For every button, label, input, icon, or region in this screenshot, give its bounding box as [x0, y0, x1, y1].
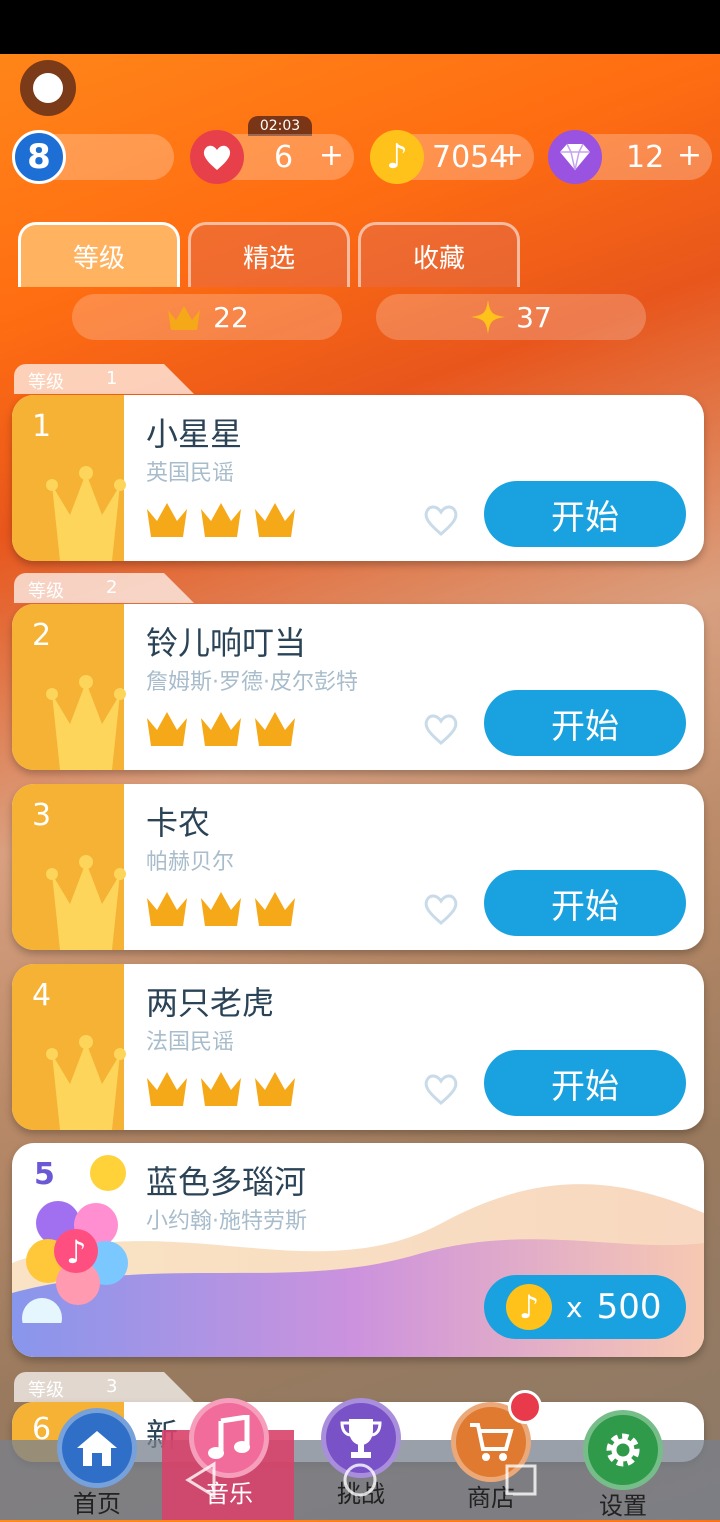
crown-rating — [144, 888, 298, 928]
unlock-cost-button[interactable]: ♪ x 500 — [484, 1275, 686, 1339]
crown-icon — [255, 892, 295, 926]
tab-level[interactable]: 等级 — [18, 222, 180, 287]
diamond-icon — [548, 130, 602, 184]
crown-icon — [255, 1072, 295, 1106]
start-button[interactable]: 开始 — [484, 870, 686, 936]
crown-icon — [147, 1072, 187, 1106]
level-header-label: 等级 — [28, 1380, 64, 1401]
svg-text:♪: ♪ — [66, 1233, 86, 1271]
crown-watermark-icon — [46, 855, 126, 950]
start-button[interactable]: 开始 — [484, 481, 686, 547]
start-button[interactable]: 开始 — [484, 1050, 686, 1116]
crown-icon — [147, 892, 187, 926]
add-lives-button[interactable]: + — [319, 138, 344, 173]
home-icon — [57, 1408, 137, 1488]
crown-icon — [147, 712, 187, 746]
song-artist: 詹姆斯·罗德·皮尔彭特 — [146, 670, 358, 695]
tab-featured[interactable]: 精选 — [188, 222, 350, 287]
crowns-stat: 22 — [72, 294, 342, 340]
nav-label: 首页 — [73, 1490, 121, 1518]
start-button[interactable]: 开始 — [484, 690, 686, 756]
crown-watermark-icon — [46, 675, 126, 770]
level-header-2: 等级 2 — [14, 573, 194, 603]
nav-label: 设置 — [599, 1492, 647, 1520]
music-note-icon: ♪ — [370, 130, 424, 184]
song-artist: 英国民谣 — [146, 461, 235, 486]
song-card[interactable]: 4 两只老虎 法国民谣 开始 — [12, 964, 704, 1130]
system-home-icon[interactable] — [342, 1460, 378, 1500]
system-back-icon[interactable] — [184, 1460, 218, 1500]
level-header-label: 等级 — [28, 581, 64, 602]
level-header-3: 等级 3 — [14, 1372, 194, 1402]
crown-watermark-icon — [46, 466, 126, 561]
song-title: 卡农 — [146, 804, 211, 842]
crown-icon — [201, 1072, 241, 1106]
level-header-number: 3 — [106, 1376, 118, 1397]
favorite-heart-icon[interactable] — [422, 503, 460, 537]
crowns-count: 22 — [213, 300, 249, 334]
lives-pill[interactable]: 6 + — [190, 130, 354, 184]
gems-pill[interactable]: 12 + — [548, 130, 712, 184]
crown-watermark-icon — [46, 1035, 126, 1130]
nav-home[interactable]: 首页 — [42, 1402, 152, 1520]
song-artist: 法国民谣 — [146, 1030, 235, 1055]
special-song-card[interactable]: ♪ 5 蓝色多瑙河 小约翰·施特劳斯 ♪ x 500 — [12, 1143, 704, 1357]
status-bar — [0, 0, 720, 54]
crown-icon — [201, 892, 241, 926]
song-number: 1 — [32, 409, 52, 444]
profile-button[interactable] — [20, 60, 76, 116]
notes-pill[interactable]: ♪ 7054 + — [370, 130, 534, 184]
nav-settings[interactable]: 设置 — [568, 1404, 678, 1522]
stars-stat: 37 — [376, 294, 646, 340]
cost-multiplier: x — [566, 1290, 583, 1324]
favorite-heart-icon[interactable] — [422, 712, 460, 746]
profile-icon — [33, 73, 63, 103]
system-recents-icon[interactable] — [504, 1460, 538, 1500]
song-number: 4 — [32, 978, 52, 1013]
song-artist: 帕赫贝尔 — [146, 850, 235, 875]
level-header-1: 等级 1 — [14, 364, 194, 394]
gems-value: 12 — [626, 140, 665, 175]
crown-rating — [144, 499, 298, 539]
favorite-heart-icon[interactable] — [422, 892, 460, 926]
crown-rating — [144, 708, 298, 748]
level-header-number: 2 — [106, 577, 118, 598]
crown-icon — [168, 306, 201, 330]
star-icon — [471, 300, 506, 334]
song-number: 5 — [34, 1157, 55, 1192]
song-card[interactable]: 3 卡农 帕赫贝尔 开始 — [12, 784, 704, 950]
add-gems-button[interactable]: + — [677, 138, 702, 173]
crown-rating — [144, 1068, 298, 1108]
crown-icon — [201, 712, 241, 746]
song-artist: 小约翰·施特劳斯 — [146, 1209, 307, 1234]
song-card[interactable]: 1 小星星 英国民谣 开始 — [12, 395, 704, 561]
song-card[interactable]: 2 铃儿响叮当 詹姆斯·罗德·皮尔彭特 开始 — [12, 604, 704, 770]
crown-icon — [147, 503, 187, 537]
cost-value: 500 — [596, 1287, 662, 1327]
song-number: 2 — [32, 618, 52, 653]
notes-value: 7054 — [432, 140, 509, 175]
player-level-pill: 8 — [12, 130, 174, 184]
heart-icon — [190, 130, 244, 184]
song-title: 蓝色多瑙河 — [146, 1163, 307, 1201]
crown-icon — [255, 503, 295, 537]
level-badge: 8 — [12, 130, 66, 184]
tab-favorites[interactable]: 收藏 — [358, 222, 520, 287]
stars-count: 37 — [516, 300, 552, 334]
song-number: 3 — [32, 798, 52, 833]
crown-icon — [255, 712, 295, 746]
notification-dot — [508, 1390, 542, 1424]
song-title: 铃儿响叮当 — [146, 624, 307, 662]
music-note-coin-icon: ♪ — [506, 1284, 552, 1330]
lives-timer: 02:03 — [248, 116, 312, 136]
favorite-heart-icon[interactable] — [422, 1072, 460, 1106]
level-header-number: 1 — [106, 368, 118, 389]
song-title: 小星星 — [146, 415, 243, 453]
crown-icon — [201, 503, 241, 537]
level-header-label: 等级 — [28, 372, 64, 393]
gear-icon — [583, 1410, 663, 1490]
lives-value: 6 — [274, 140, 294, 175]
song-title: 两只老虎 — [146, 984, 275, 1022]
add-notes-button[interactable]: + — [499, 138, 524, 173]
